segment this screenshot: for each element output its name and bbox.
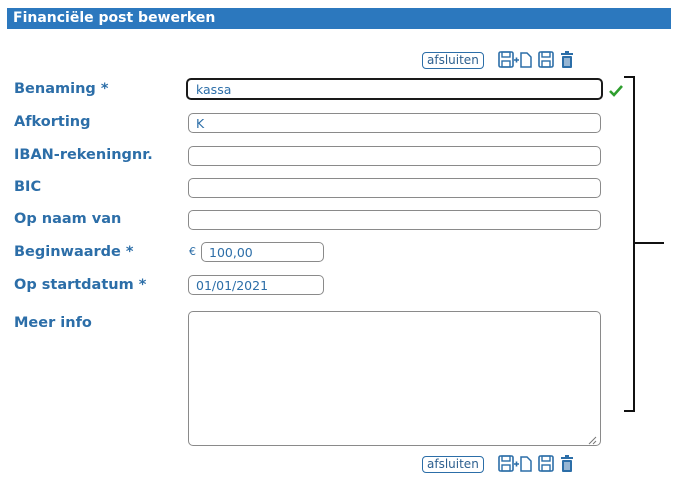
label-beginwaarde: Beginwaarde * — [14, 244, 134, 260]
op-startdatum-input[interactable] — [188, 275, 324, 295]
op-naam-van-input[interactable] — [188, 210, 601, 230]
page-title: Financiële post bewerken — [7, 8, 671, 29]
save-new-icon[interactable] — [497, 51, 532, 69]
afkorting-input[interactable] — [188, 113, 601, 133]
resize-grip-icon[interactable] — [587, 430, 597, 449]
label-op-startdatum: Op startdatum * — [14, 277, 147, 293]
bic-input[interactable] — [188, 178, 601, 198]
label-meer-info: Meer info — [14, 315, 92, 331]
label-iban: IBAN-rekeningnr. — [14, 147, 153, 163]
label-bic: BIC — [14, 179, 42, 195]
save-new-icon[interactable] — [497, 455, 532, 473]
meer-info-textarea[interactable] — [188, 311, 601, 446]
close-button-bottom[interactable]: afsluiten — [422, 455, 484, 473]
label-afkorting: Afkorting — [14, 114, 91, 130]
currency-symbol: € — [189, 245, 196, 258]
iban-input[interactable] — [188, 146, 601, 166]
trash-icon[interactable] — [560, 51, 574, 69]
group-bracket — [624, 75, 664, 419]
valid-check-icon — [609, 82, 623, 101]
trash-icon[interactable] — [560, 455, 574, 473]
save-icon[interactable] — [537, 455, 554, 473]
toolbar-bottom: afsluiten — [422, 453, 574, 475]
close-button[interactable]: afsluiten — [422, 51, 484, 69]
beginwaarde-input[interactable] — [201, 242, 324, 262]
save-icon[interactable] — [537, 51, 554, 69]
label-op-naam-van: Op naam van — [14, 211, 122, 227]
benaming-input[interactable] — [186, 78, 603, 100]
label-benaming: Benaming * — [14, 81, 109, 97]
toolbar-top: afsluiten — [422, 49, 574, 71]
